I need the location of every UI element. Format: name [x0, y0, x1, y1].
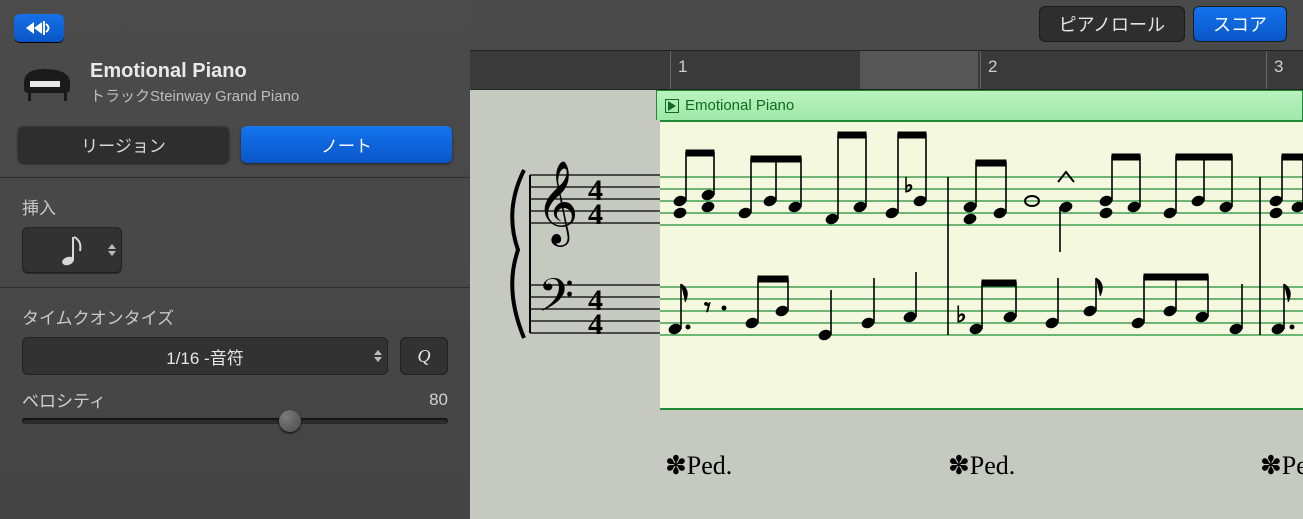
- quantize-value: 1/16 -音符: [166, 344, 243, 369]
- stepper-icon: [108, 244, 116, 256]
- svg-text:𝄾: 𝄾: [704, 292, 711, 322]
- region-play-icon: [665, 99, 679, 113]
- track-title-block: Emotional Piano トラックSteinway Grand Piano: [90, 60, 299, 106]
- pedal-mark: ✽Ped.: [665, 451, 732, 481]
- tab-note[interactable]: ノート: [241, 126, 452, 163]
- eighth-note-icon: [60, 233, 84, 267]
- score-pane: ピアノロール スコア 1 2 3: [470, 0, 1303, 519]
- velocity-row: ベロシティ 80: [0, 387, 470, 418]
- velocity-value: 80: [429, 390, 448, 410]
- staff-prefix: 𝄞 𝄢 4 4 4 4: [470, 120, 660, 410]
- insert-row: [0, 227, 470, 287]
- velocity-slider-wrap: [0, 418, 470, 438]
- inspector-panel: Emotional Piano トラックSteinway Grand Piano…: [0, 0, 470, 519]
- pedal-mark: ✽Ped.: [948, 451, 1015, 481]
- tab-score[interactable]: スコア: [1193, 6, 1287, 42]
- score-prefix-area: 𝄞 𝄢 4 4 4 4: [470, 120, 660, 410]
- quantize-label: タイムクオンタイズ: [0, 300, 470, 337]
- quantize-apply-button[interactable]: Q: [400, 337, 448, 375]
- region-header-bar[interactable]: Emotional Piano: [656, 90, 1303, 120]
- velocity-label: ベロシティ: [22, 387, 106, 412]
- catch-playhead-button[interactable]: [14, 14, 64, 42]
- quantize-value-popup[interactable]: 1/16 -音符: [22, 337, 388, 375]
- svg-text:♭: ♭: [956, 302, 966, 327]
- grand-piano-icon: [20, 63, 76, 103]
- velocity-slider[interactable]: [22, 418, 448, 424]
- divider: [0, 287, 470, 288]
- velocity-slider-thumb[interactable]: [279, 410, 301, 432]
- ruler-bar-number: 1: [678, 57, 687, 77]
- ruler-tick: [670, 51, 671, 89]
- track-subtitle-instrument: Steinway Grand Piano: [150, 88, 299, 105]
- score-body[interactable]: 𝄞 𝄢 4 4 4 4: [470, 90, 1303, 519]
- svg-text:𝄞: 𝄞: [536, 161, 579, 247]
- tab-region[interactable]: リージョン: [18, 126, 229, 163]
- pedal-mark: ✽Ped.: [1260, 451, 1303, 481]
- quantize-row: 1/16 -音符 Q: [0, 337, 470, 387]
- region-note-segmented: リージョン ノート: [0, 120, 470, 177]
- cycle-range-highlight[interactable]: [860, 51, 978, 89]
- svg-text:4: 4: [588, 198, 603, 231]
- track-header: Emotional Piano トラックSteinway Grand Piano: [0, 46, 470, 120]
- divider: [0, 177, 470, 178]
- app-root: Emotional Piano トラックSteinway Grand Piano…: [0, 0, 1303, 519]
- svg-text:𝄢: 𝄢: [538, 271, 574, 333]
- insert-label: 挿入: [0, 190, 470, 227]
- tab-piano-roll[interactable]: ピアノロール: [1039, 6, 1185, 42]
- ruler-tick: [980, 51, 981, 89]
- track-subtitle-prefix: トラック: [90, 88, 150, 105]
- ruler-bar-number: 2: [988, 57, 997, 77]
- stepper-icon: [374, 350, 382, 362]
- track-title: Emotional Piano: [90, 60, 299, 83]
- editor-view-tabs: ピアノロール スコア: [1039, 6, 1287, 42]
- svg-text:♭: ♭: [904, 175, 913, 197]
- track-subtitle: トラックSteinway Grand Piano: [90, 85, 299, 106]
- bar-ruler[interactable]: 1 2 3: [470, 50, 1303, 90]
- catch-playhead-icon: [24, 19, 54, 37]
- ruler-bar-number: 3: [1274, 57, 1283, 77]
- ruler-tick: [1266, 51, 1267, 89]
- inspector-top-row: [0, 8, 470, 46]
- region-name: Emotional Piano: [685, 97, 794, 114]
- insert-note-value-popup[interactable]: [22, 227, 122, 273]
- svg-text:4: 4: [588, 308, 603, 341]
